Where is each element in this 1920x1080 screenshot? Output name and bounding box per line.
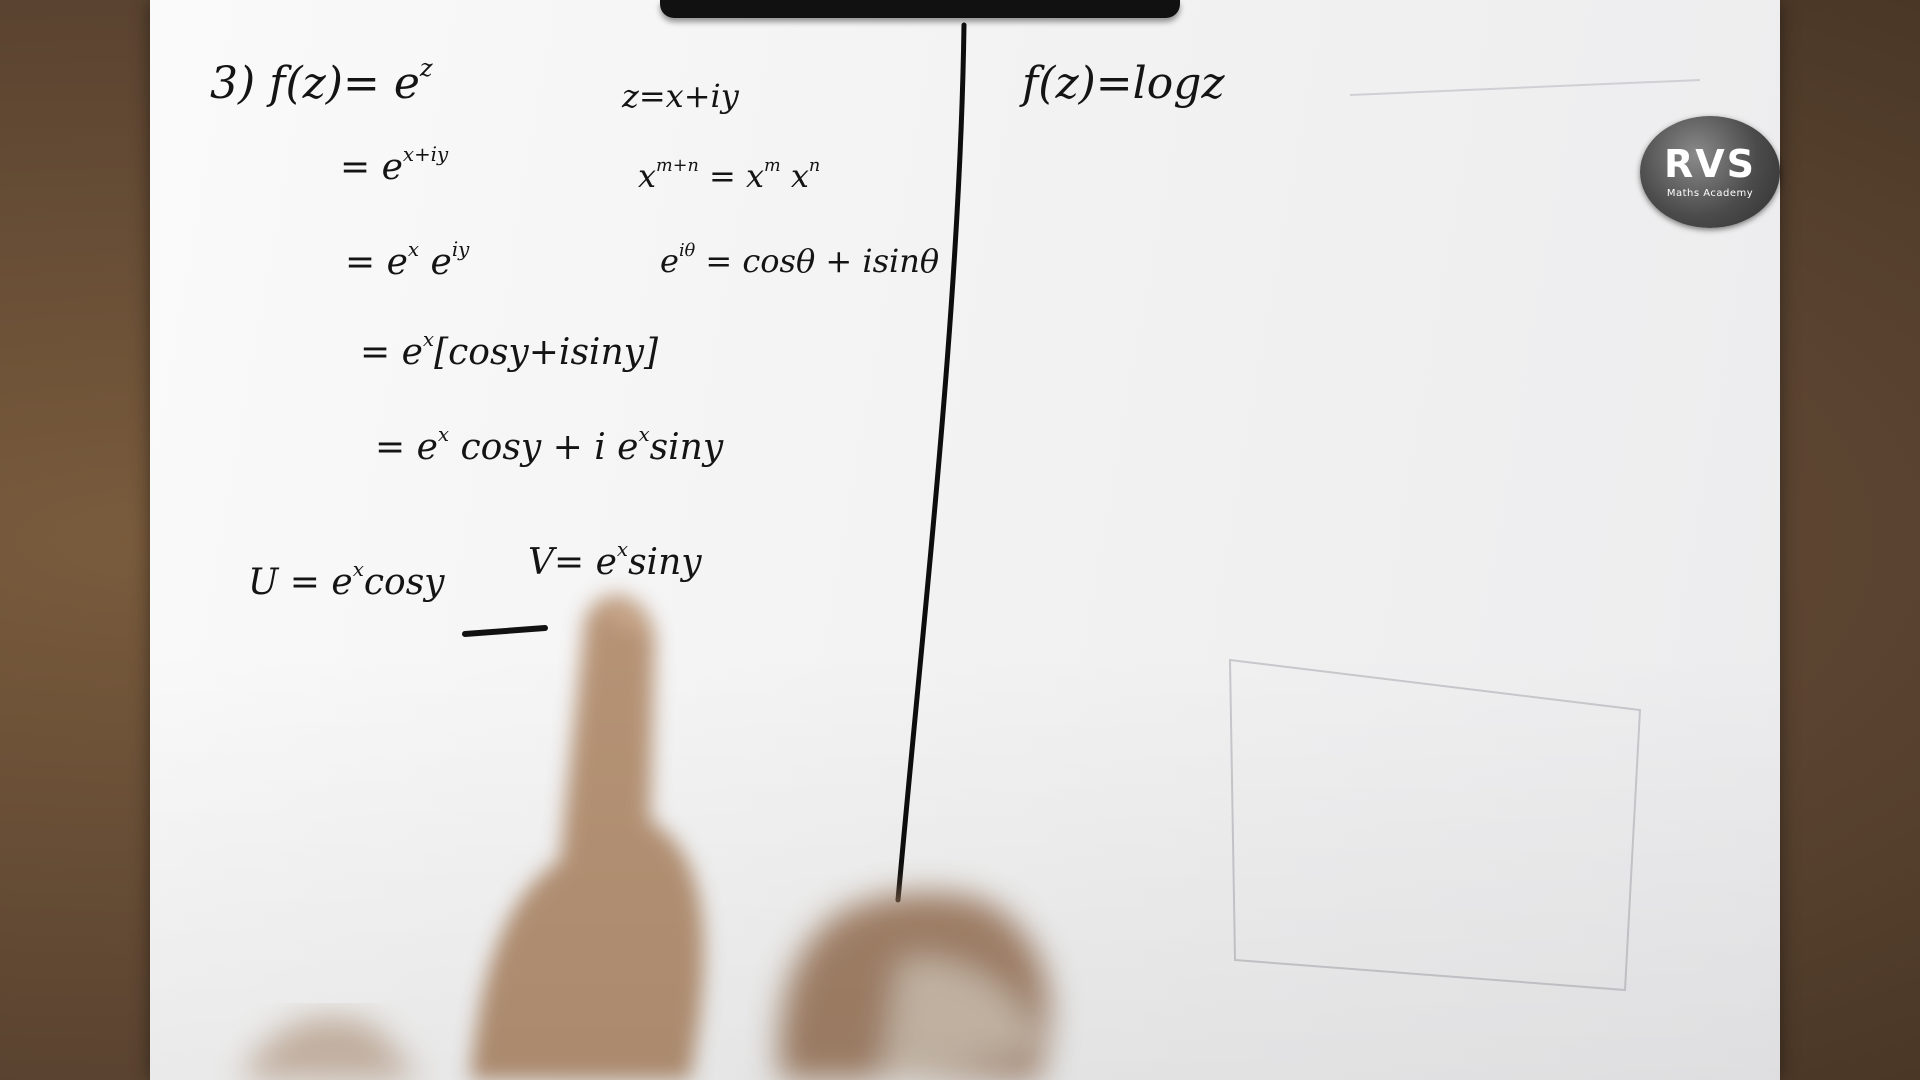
clipboard-clip: [660, 0, 1180, 18]
step-1-exponent: x+iy: [402, 143, 449, 167]
u-label: U = e: [248, 562, 353, 603]
step-2-a-exponent: x: [407, 238, 420, 262]
step-3-rest: [cosy+isiny]: [434, 332, 659, 373]
step-4-middle: cosy + i e: [449, 427, 639, 468]
step-1-base: = e: [340, 147, 403, 188]
euler-formula: eiθ = cosθ + isinθ: [660, 242, 940, 280]
u-rest: cosy: [363, 562, 445, 603]
power-rule-exponent-2: m: [764, 156, 781, 177]
rvs-logo: RVS Maths Academy: [1640, 116, 1780, 228]
v-label: V= e: [528, 542, 617, 583]
right-function: f(z)=logz: [1022, 62, 1225, 106]
v-exponent: x: [616, 538, 629, 562]
logo-main-text: RVS: [1663, 142, 1757, 186]
step-3-exponent: x: [422, 328, 435, 352]
step-4: = ex cosy + i exsiny: [375, 425, 724, 468]
power-rule: xm+n = xm xn: [638, 157, 820, 195]
step-4-exponent-2: x: [638, 423, 650, 447]
power-rule-middle: = x: [698, 157, 765, 195]
u-exponent: x: [352, 558, 364, 582]
problem-number: 3): [210, 58, 256, 109]
photo-scene: 3) f(z)= ez = ex+iy = ex eiy = ex[cosy+i…: [0, 0, 1920, 1080]
v-rest: siny: [628, 542, 702, 583]
step-2-b-exponent: iy: [451, 238, 470, 262]
power-rule-exponent-1: m+n: [656, 156, 699, 177]
step-2-b: e: [419, 242, 452, 283]
power-rule-exponent-3: n: [808, 156, 821, 177]
v-equation: V= exsiny: [528, 540, 702, 583]
step-2-a: = e: [345, 242, 408, 283]
euler-exponent: iθ: [678, 241, 696, 262]
step-2: = ex eiy: [345, 240, 469, 283]
function-definition: f(z)= e: [269, 58, 420, 109]
right-function-definition: f(z)=logz: [1022, 58, 1225, 109]
euler-base: e: [660, 242, 679, 280]
z-definition-text: z=x+iy: [622, 77, 739, 115]
u-equation: U = excosy: [248, 560, 445, 603]
power-rule-base-3: x: [780, 157, 809, 195]
step-1: = ex+iy: [340, 145, 448, 188]
euler-rest: = cosθ + isinθ: [695, 242, 940, 280]
step-3-base: = e: [360, 332, 423, 373]
logo-sub-text: Maths Academy: [1666, 188, 1754, 199]
function-exponent: z: [419, 54, 433, 83]
z-definition: z=x+iy: [622, 80, 739, 112]
step-4-base: = e: [375, 427, 438, 468]
problem-function: 3) f(z)= ez: [210, 56, 433, 106]
step-4-end: siny: [649, 427, 724, 468]
power-rule-base-1: x: [638, 157, 657, 195]
step-3: = ex[cosy+isiny]: [360, 330, 659, 373]
step-4-exponent-1: x: [437, 423, 450, 447]
